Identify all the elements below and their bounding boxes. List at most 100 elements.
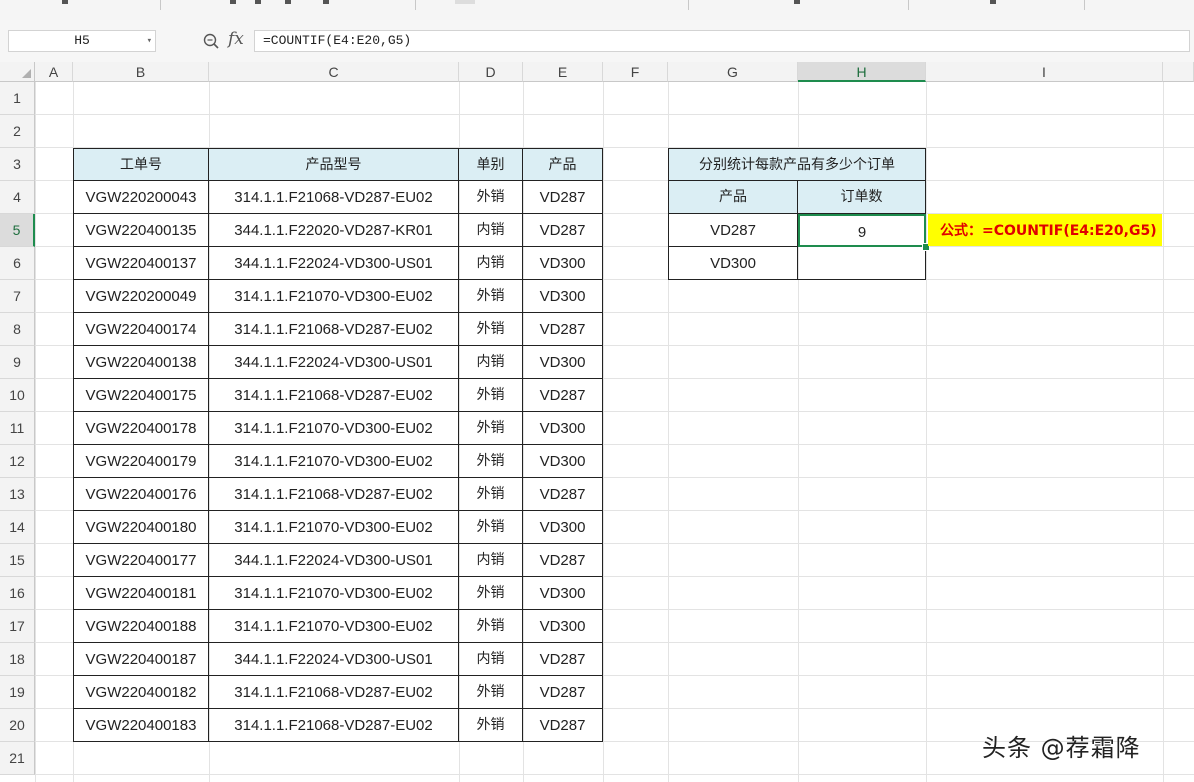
cell-model[interactable]: 314.1.1.F21068-VD287-EU02 xyxy=(209,478,459,511)
header-order-no[interactable]: 工单号 xyxy=(73,148,209,181)
row-header-17[interactable]: 17 xyxy=(0,610,35,643)
cell-order-no[interactable]: VGW220400181 xyxy=(73,577,209,610)
cell-product[interactable]: VD300 xyxy=(523,280,603,313)
cell-order-no[interactable]: VGW220400182 xyxy=(73,676,209,709)
cell-order-no[interactable]: VGW220400176 xyxy=(73,478,209,511)
row-header-6[interactable]: 6 xyxy=(0,247,35,280)
cell-order-no[interactable]: VGW220400183 xyxy=(73,709,209,742)
cell-model[interactable]: 314.1.1.F21070-VD300-EU02 xyxy=(209,511,459,544)
cell-order-no[interactable]: VGW220400138 xyxy=(73,346,209,379)
cell-type[interactable]: 外销 xyxy=(459,412,523,445)
fx-icon[interactable]: fx xyxy=(228,29,244,49)
cell-type[interactable]: 外销 xyxy=(459,379,523,412)
ribbon-icon[interactable] xyxy=(285,0,291,4)
cell-model[interactable]: 344.1.1.F22024-VD300-US01 xyxy=(209,544,459,577)
row-header-18[interactable]: 18 xyxy=(0,643,35,676)
cell-type[interactable]: 内销 xyxy=(459,214,523,247)
cell-type[interactable]: 内销 xyxy=(459,643,523,676)
header-type[interactable]: 单别 xyxy=(459,148,523,181)
cell-product[interactable]: VD287 xyxy=(523,676,603,709)
ribbon-icon[interactable] xyxy=(990,0,996,4)
cell-model[interactable]: 344.1.1.F22024-VD300-US01 xyxy=(209,346,459,379)
row-header-16[interactable]: 16 xyxy=(0,577,35,610)
row-header-10[interactable]: 10 xyxy=(0,379,35,412)
column-header-c[interactable]: C xyxy=(209,62,459,82)
row-header-9[interactable]: 9 xyxy=(0,346,35,379)
column-header-b[interactable]: B xyxy=(73,62,209,82)
select-all-icon[interactable] xyxy=(0,62,35,82)
column-header-a[interactable]: A xyxy=(35,62,73,82)
ribbon-icon[interactable] xyxy=(230,0,236,4)
row-header-8[interactable]: 8 xyxy=(0,313,35,346)
cell-type[interactable]: 外销 xyxy=(459,445,523,478)
cell-type[interactable]: 外销 xyxy=(459,280,523,313)
summary-count[interactable] xyxy=(798,247,926,280)
column-header-i[interactable]: I xyxy=(926,62,1163,82)
cell-product[interactable]: VD287 xyxy=(523,379,603,412)
cell-model[interactable]: 314.1.1.F21070-VD300-EU02 xyxy=(209,610,459,643)
column-header-g[interactable]: G xyxy=(668,62,798,82)
cell-model[interactable]: 314.1.1.F21068-VD287-EU02 xyxy=(209,709,459,742)
summary-count[interactable]: 9 xyxy=(798,214,926,247)
cell-type[interactable]: 外销 xyxy=(459,676,523,709)
cell-order-no[interactable]: VGW220200043 xyxy=(73,181,209,214)
column-header-f[interactable]: F xyxy=(603,62,668,82)
cell-type[interactable]: 外销 xyxy=(459,610,523,643)
cell-product[interactable]: VD300 xyxy=(523,610,603,643)
row-header-20[interactable]: 20 xyxy=(0,709,35,742)
cell-product[interactable]: VD287 xyxy=(523,544,603,577)
cell-order-no[interactable]: VGW220400177 xyxy=(73,544,209,577)
row-header-21[interactable]: 21 xyxy=(0,742,35,775)
summary-product[interactable]: VD300 xyxy=(668,247,798,280)
cell-product[interactable]: VD287 xyxy=(523,478,603,511)
cell-product[interactable]: VD300 xyxy=(523,511,603,544)
cell-order-no[interactable]: VGW220400135 xyxy=(73,214,209,247)
ribbon-icon[interactable] xyxy=(323,0,329,4)
cell-type[interactable]: 外销 xyxy=(459,511,523,544)
name-box[interactable]: H5 ▾ xyxy=(8,30,156,52)
summary-product[interactable]: VD287 xyxy=(668,214,798,247)
row-header-15[interactable]: 15 xyxy=(0,544,35,577)
cell-product[interactable]: VD300 xyxy=(523,247,603,280)
cell-type[interactable]: 内销 xyxy=(459,247,523,280)
row-header-11[interactable]: 11 xyxy=(0,412,35,445)
cell-model[interactable]: 314.1.1.F21070-VD300-EU02 xyxy=(209,577,459,610)
cell-product[interactable]: VD287 xyxy=(523,709,603,742)
cell-product[interactable]: VD287 xyxy=(523,181,603,214)
formula-input[interactable]: =COUNTIF(E4:E20,G5) xyxy=(254,30,1190,52)
row-header-7[interactable]: 7 xyxy=(0,280,35,313)
cell-model[interactable]: 314.1.1.F21070-VD300-EU02 xyxy=(209,280,459,313)
row-header-4[interactable]: 4 xyxy=(0,181,35,214)
row-header-19[interactable]: 19 xyxy=(0,676,35,709)
column-header-d[interactable]: D xyxy=(459,62,523,82)
cell-product[interactable]: VD287 xyxy=(523,214,603,247)
cell-type[interactable]: 内销 xyxy=(459,346,523,379)
summary-header-count[interactable]: 订单数 xyxy=(798,181,926,214)
summary-header-product[interactable]: 产品 xyxy=(668,181,798,214)
cell-product[interactable]: VD300 xyxy=(523,445,603,478)
cell-order-no[interactable]: VGW220400180 xyxy=(73,511,209,544)
cell-type[interactable]: 外销 xyxy=(459,709,523,742)
cell-model[interactable]: 344.1.1.F22024-VD300-US01 xyxy=(209,247,459,280)
ribbon-icon[interactable] xyxy=(255,0,261,4)
cell-product[interactable]: VD300 xyxy=(523,577,603,610)
cell-order-no[interactable]: VGW220400188 xyxy=(73,610,209,643)
cell-model[interactable]: 314.1.1.F21068-VD287-EU02 xyxy=(209,181,459,214)
cell-product[interactable]: VD287 xyxy=(523,313,603,346)
cell-type[interactable]: 外销 xyxy=(459,181,523,214)
dropdown-arrow-icon[interactable]: ▾ xyxy=(147,31,152,51)
row-header-14[interactable]: 14 xyxy=(0,511,35,544)
cell-model[interactable]: 344.1.1.F22020-VD287-KR01 xyxy=(209,214,459,247)
cell-model[interactable]: 314.1.1.F21070-VD300-EU02 xyxy=(209,412,459,445)
row-header-12[interactable]: 12 xyxy=(0,445,35,478)
cell-model[interactable]: 314.1.1.F21068-VD287-EU02 xyxy=(209,379,459,412)
cell-model[interactable]: 314.1.1.F21068-VD287-EU02 xyxy=(209,313,459,346)
cell-order-no[interactable]: VGW220200049 xyxy=(73,280,209,313)
cell-model[interactable]: 344.1.1.F22024-VD300-US01 xyxy=(209,643,459,676)
ribbon-icon[interactable] xyxy=(794,0,800,4)
cell-order-no[interactable]: VGW220400174 xyxy=(73,313,209,346)
ribbon-icon[interactable] xyxy=(455,0,475,4)
cell-product[interactable]: VD300 xyxy=(523,346,603,379)
row-header-5[interactable]: 5 xyxy=(0,214,35,247)
cell-type[interactable]: 外销 xyxy=(459,313,523,346)
